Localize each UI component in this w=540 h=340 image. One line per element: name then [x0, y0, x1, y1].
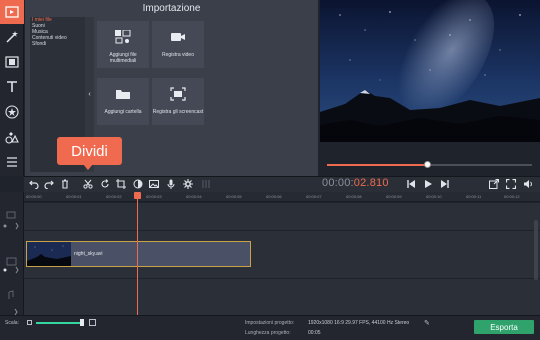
seek-handle[interactable]: [424, 161, 431, 168]
ruler-tick: 00:00:04: [186, 194, 202, 199]
play-icon[interactable]: [421, 176, 435, 191]
tile-label: Registra video: [162, 52, 194, 58]
filmstrip-icon[interactable]: [0, 50, 24, 74]
undo-icon[interactable]: [27, 176, 41, 191]
timecode-prefix: 00:00:: [322, 177, 354, 189]
detach-preview-icon[interactable]: [487, 176, 501, 191]
export-button[interactable]: Esporta: [474, 320, 534, 334]
video-camera-icon: [171, 33, 185, 41]
crop-icon[interactable]: [114, 176, 128, 191]
ruler-tick: 00:00:05: [226, 194, 242, 199]
add-media-files-tile[interactable]: Aggiungi file multimediali: [97, 21, 149, 68]
ruler-tick: 00:00:09: [386, 194, 402, 199]
project-length-value: 00:05: [308, 330, 321, 336]
star-icon[interactable]: [0, 100, 24, 124]
audio-levels-icon: [199, 176, 213, 191]
magic-wand-icon[interactable]: [0, 25, 24, 49]
settings-gear-icon[interactable]: [181, 176, 195, 191]
folder-icon: [116, 90, 130, 99]
seek-bar-progress: [327, 164, 427, 166]
redo-icon[interactable]: [42, 176, 56, 191]
record-video-tile[interactable]: Registra video: [152, 21, 204, 68]
scale-slider[interactable]: [36, 322, 82, 324]
tile-label: Registra gli screencast: [152, 109, 204, 115]
color-adjust-icon[interactable]: [131, 176, 145, 191]
record-screencast-tile[interactable]: Registra gli screencast: [152, 78, 204, 125]
ruler-tick: 00:00:10: [426, 194, 442, 199]
chevron-left-icon: ‹: [88, 91, 91, 98]
zoom-out-icon[interactable]: [27, 320, 32, 325]
rotate-icon[interactable]: [98, 176, 112, 191]
ruler-tick: 00:00:02: [106, 194, 122, 199]
media-files-icon: [115, 30, 131, 44]
zoom-in-icon[interactable]: [89, 319, 96, 326]
ruler-tick: 00:00:01: [66, 194, 82, 199]
track-separator: [24, 230, 540, 231]
timeline-ruler[interactable]: [24, 192, 540, 202]
edit-pencil-icon[interactable]: ✎: [424, 319, 430, 327]
shapes-icon[interactable]: [0, 125, 24, 149]
split-tooltip: Dividi: [57, 137, 122, 165]
image-icon[interactable]: [147, 176, 161, 191]
ruler-tick: 00:00:08: [346, 194, 362, 199]
add-folder-tile[interactable]: Aggiungi cartella: [97, 78, 149, 125]
track-icons: [3, 211, 19, 316]
project-settings-label: Impostazioni progetto:: [245, 320, 295, 326]
ruler-tick: 00:00:03: [146, 194, 162, 199]
ruler-tick: 00:00:11: [466, 194, 482, 199]
timecode-current: 02.810: [353, 177, 389, 189]
clip-thumbnail: [27, 242, 71, 266]
track-separator: [24, 278, 540, 279]
video-editor-window: Importazione I miei file Suoni Musica Co…: [0, 0, 540, 340]
list-icon[interactable]: [0, 150, 24, 174]
microphone-icon[interactable]: [164, 176, 178, 191]
playhead-line: [137, 192, 138, 315]
previous-frame-icon[interactable]: [404, 176, 418, 191]
ruler-tick: 00:00:06: [266, 194, 282, 199]
text-icon[interactable]: [0, 75, 24, 99]
category-item[interactable]: Sfondi: [30, 41, 85, 47]
scale-slider-handle[interactable]: [80, 319, 84, 326]
tile-label: Aggiungi cartella: [104, 109, 142, 115]
ruler-tick: 00:00:12: [504, 194, 520, 199]
clip-name: night_sky.avi: [74, 251, 103, 257]
ruler-tick: 00:00:00: [26, 194, 42, 199]
timecode-display: 00:00:02.810: [322, 177, 389, 189]
import-icon[interactable]: [0, 0, 24, 24]
import-panel-title: Importazione: [142, 3, 201, 14]
ruler-tick: 00:00:07: [306, 194, 322, 199]
fullscreen-icon[interactable]: [504, 176, 518, 191]
split-scissors-icon[interactable]: [81, 176, 95, 191]
volume-icon[interactable]: [521, 176, 535, 191]
playhead-handle[interactable]: [134, 192, 141, 199]
track-header-gutter: [0, 192, 24, 316]
video-preview[interactable]: [320, 0, 540, 142]
tile-label: Aggiungi file multimediali: [109, 52, 137, 64]
tool-rail: [0, 0, 24, 176]
scale-label: Scala:: [5, 320, 19, 326]
night-sky-preview-image: [320, 0, 540, 142]
next-frame-icon[interactable]: [438, 176, 452, 191]
screencast-icon: [170, 87, 186, 101]
project-length-label: Lunghezza progetto:: [245, 330, 291, 336]
project-settings-value: 1920x1080 16:9 29.97 FPS, 44100 Hz Stere…: [308, 320, 410, 326]
timeline-scrollbar[interactable]: [534, 220, 538, 280]
tooltip-pointer: [83, 164, 93, 170]
trash-icon[interactable]: [58, 176, 72, 191]
